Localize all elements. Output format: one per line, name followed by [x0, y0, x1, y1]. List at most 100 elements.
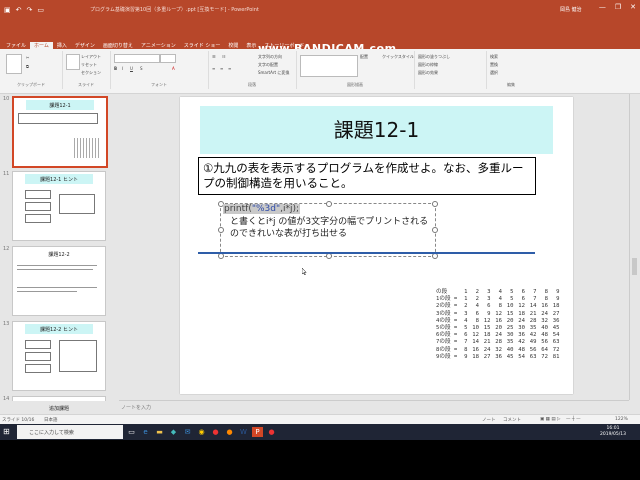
font-name-select[interactable] [114, 54, 160, 63]
thumbnail-slide-13[interactable]: 課題12-2 ヒント [12, 321, 106, 391]
shape-fill-button[interactable]: 図形の塗りつぶし [418, 54, 450, 60]
bandicam-icon[interactable]: ● [266, 427, 277, 437]
ribbon-group-font: B I U S A フォント [110, 51, 209, 89]
zoom-slider[interactable]: — ┼ — [566, 417, 581, 422]
hint-code: printf("%3d",i*j); [223, 204, 301, 214]
word-icon[interactable]: W [238, 427, 249, 437]
text-direction-button[interactable]: 文字列の方向 [258, 54, 282, 60]
thumbnail-slide-12[interactable]: 課題12-2 [12, 246, 106, 316]
shapes-gallery[interactable] [300, 55, 358, 77]
copy-icon[interactable]: ⧉ [26, 64, 29, 69]
thumbnail-number: 13 [3, 321, 10, 327]
cut-icon[interactable]: ✂ [26, 55, 29, 60]
close-button[interactable]: ✕ [630, 3, 636, 11]
task-view-icon[interactable]: ▭ [126, 427, 137, 437]
numbering-icon[interactable]: ☷ [222, 54, 226, 59]
paste-icon[interactable] [6, 54, 22, 74]
minimize-button[interactable]: — [599, 3, 606, 11]
table-cell: 24 [518, 317, 525, 324]
thumbnail-slide-10[interactable]: 課題12-1 [12, 96, 108, 168]
underline-icon[interactable]: U [130, 66, 133, 71]
font-color-icon[interactable]: A [172, 66, 175, 71]
table-cell: 49 [529, 339, 537, 346]
thumbnail-slide-14[interactable]: 追加課題 [12, 396, 106, 412]
thumbnail-flow-box [25, 340, 51, 349]
thumbnail-scrollbar[interactable] [110, 95, 116, 400]
mail-icon[interactable]: ✉ [182, 427, 193, 437]
present-icon[interactable]: ▭ [37, 6, 44, 14]
table-cell: 6 [464, 332, 468, 339]
store-icon[interactable]: ◆ [168, 427, 179, 437]
taskbar-clock[interactable]: 16:01 2019/05/13 [600, 426, 626, 438]
select-button[interactable]: 選択 [490, 70, 498, 76]
resize-handle[interactable] [218, 227, 224, 233]
align-text-button[interactable]: 文字の配置 [258, 62, 278, 68]
undo-icon[interactable]: ↶ [16, 6, 22, 14]
layout-button[interactable]: レイアウト [81, 54, 101, 60]
divider-line[interactable] [198, 252, 535, 254]
explorer-icon[interactable]: ▬ [154, 427, 165, 437]
taskbar-search-text: ここに入力して検索 [29, 430, 74, 436]
notes-pane[interactable]: ノートを入力 [119, 400, 629, 415]
slide-title[interactable]: 課題12-1 [200, 106, 553, 154]
zoom-level[interactable]: 122% [615, 417, 628, 422]
font-size-select[interactable] [160, 54, 176, 63]
user-name[interactable]: 岡島 健治 [560, 6, 582, 13]
align-right-icon[interactable]: ≡ [228, 66, 231, 71]
shape-effects-button[interactable]: 図形の効果 [418, 70, 438, 76]
bold-icon[interactable]: B [114, 66, 117, 71]
find-button[interactable]: 検索 [490, 54, 498, 60]
redo-icon[interactable]: ↷ [27, 6, 33, 14]
notes-button[interactable]: ノート [482, 417, 496, 423]
scrollbar-thumb[interactable] [632, 258, 637, 275]
bullets-icon[interactable]: ☰ [212, 54, 216, 59]
maximize-button[interactable]: ❐ [615, 3, 621, 11]
task-textbox[interactable]: ①九九の表を表示するプログラムを作成せよ。なお、多重ループの制御構造を用いること… [198, 157, 536, 195]
chrome-icon[interactable]: ◉ [196, 427, 207, 437]
section-button[interactable]: セクション [81, 70, 101, 76]
view-buttons[interactable]: ▣ ▦ ▤ ▷ [540, 417, 561, 422]
table-cell: 8 [544, 296, 548, 303]
table-cell: 32 [541, 317, 548, 324]
resize-handle[interactable] [432, 201, 438, 207]
row-label: 9の段 = [436, 353, 458, 360]
thumbnail-slide-11[interactable]: 課題12-1 ヒント [12, 171, 106, 241]
save-icon[interactable]: ▣ [4, 6, 11, 14]
resize-handle[interactable] [326, 253, 332, 259]
taskbar-search-box[interactable]: ここに入力して検索 [17, 425, 123, 439]
language-indicator[interactable]: 日本語 [44, 417, 58, 423]
table-cell: 12 [495, 310, 502, 317]
resize-handle[interactable] [326, 201, 332, 207]
table-cell: 14 [529, 303, 537, 310]
edge-icon[interactable]: e [140, 427, 151, 437]
letterbox-bar [0, 440, 640, 480]
resize-handle[interactable] [432, 253, 438, 259]
app-icon[interactable]: ● [210, 427, 221, 437]
arrange-button[interactable]: 配置 [360, 54, 368, 60]
shape-outline-button[interactable]: 図形の枠線 [418, 62, 438, 68]
align-center-icon[interactable]: ≡ [220, 66, 223, 71]
table-cell: 18 [472, 353, 479, 360]
thumbnail-flow-box [25, 202, 51, 211]
comments-button[interactable]: コメント [503, 417, 521, 423]
quick-styles-button[interactable]: クイックスタイル [382, 54, 414, 60]
align-left-icon[interactable]: ≡ [212, 66, 215, 71]
table-cell: 64 [541, 346, 548, 353]
resize-handle[interactable] [218, 253, 224, 259]
table-row: 2の段 = 2 4 6 8 10 12 14 16 18 [436, 303, 560, 310]
strikethrough-icon[interactable]: S [140, 66, 143, 71]
table-cell: 4 [464, 317, 468, 324]
replace-button[interactable]: 置換 [490, 62, 498, 68]
multiplication-table: の段 1 2 3 4 5 6 7 8 9 1の段 = 1 2 3 4 5 6 7 8 9 2の段 = 2 4 6 8 10 12 14… [436, 289, 560, 361]
table-cell: 16 [472, 346, 479, 353]
thumbnail-note-box [59, 194, 95, 214]
smartart-button[interactable]: SmartArt に変換 [258, 70, 289, 76]
reset-button[interactable]: リセット [81, 62, 97, 68]
new-slide-icon[interactable] [66, 54, 80, 70]
app-icon[interactable]: ● [224, 427, 235, 437]
vertical-scrollbar[interactable] [629, 94, 640, 400]
windows-start-icon[interactable]: ⊞ [3, 427, 13, 437]
table-cell: 36 [495, 353, 502, 360]
italic-icon[interactable]: I [122, 66, 123, 71]
powerpoint-icon[interactable]: P [252, 427, 263, 437]
